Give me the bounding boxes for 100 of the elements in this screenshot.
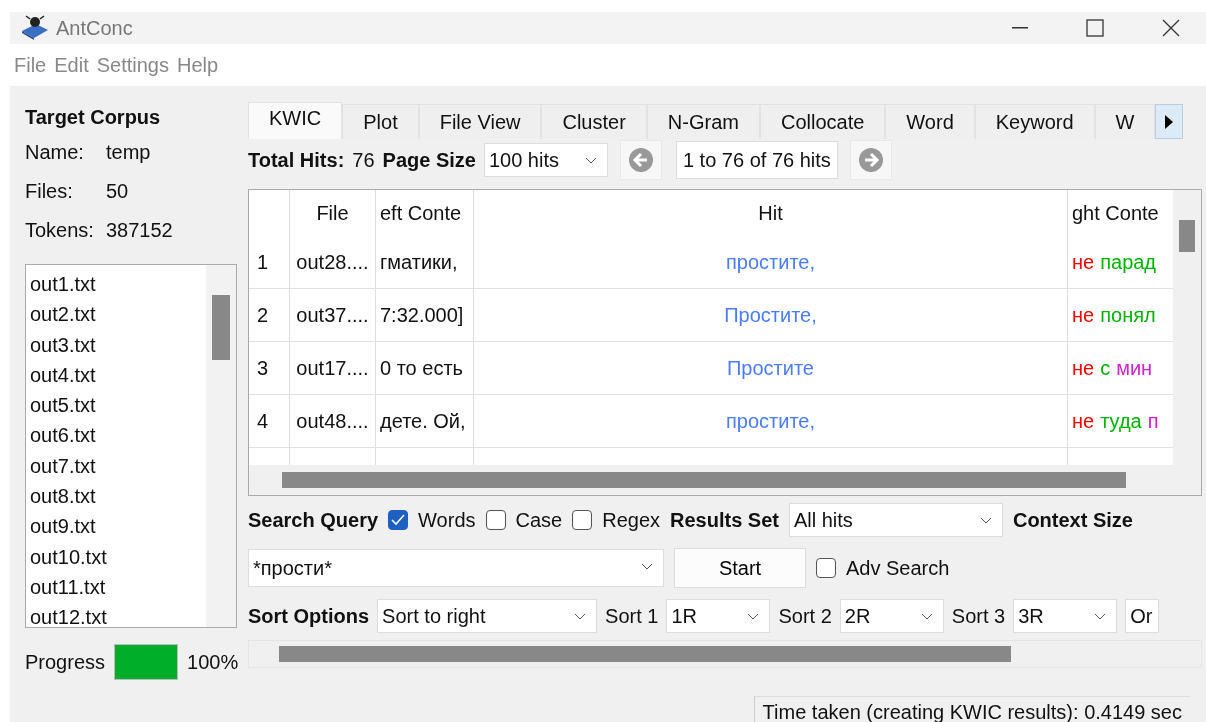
page-size-label: Page Size (382, 148, 476, 172)
context-word: парад (1100, 250, 1157, 274)
total-hits-value: 76 (352, 148, 375, 172)
page-range-field: 1 to 76 of 76 hits (675, 141, 838, 179)
table-cell: out17.... (289, 342, 375, 394)
column-header[interactable]: File (289, 190, 375, 236)
search-query-label: Search Query (248, 508, 379, 532)
sort-level-dropdown[interactable]: 1R (666, 599, 771, 633)
file-item[interactable]: out5.txt (30, 390, 206, 421)
column-header[interactable]: Hit (473, 190, 1067, 236)
field-label: Files: (25, 180, 74, 204)
chevron-down-icon (1094, 613, 1107, 621)
row-number: 1 (256, 249, 270, 275)
file-item[interactable]: out4.txt (30, 359, 206, 391)
previous-page-button[interactable] (619, 140, 662, 180)
hit-cell: Простите (473, 342, 1067, 394)
option-checkbox[interactable]: Regex (572, 508, 660, 532)
row-number: 3 (256, 355, 270, 381)
row-number: 2 (256, 302, 270, 328)
option-checkbox[interactable]: Case (485, 508, 563, 532)
file-item[interactable]: out12.txt (30, 602, 206, 627)
context-word: не (1072, 356, 1095, 380)
context-word: п (1147, 409, 1159, 433)
menu-item[interactable]: Settings (96, 53, 169, 77)
close-icon[interactable] (1162, 19, 1180, 37)
tab[interactable]: N-Gram (646, 104, 760, 139)
file-item[interactable]: out3.txt (30, 329, 206, 360)
checkbox[interactable] (572, 510, 593, 530)
minimize-icon[interactable] (1012, 27, 1028, 29)
checkbox[interactable] (388, 510, 409, 530)
hit-cell: простите, (473, 236, 1067, 288)
checkbox[interactable] (485, 510, 506, 530)
progress-label: Progress (25, 650, 106, 674)
window-title: AntConc (56, 16, 133, 40)
tab[interactable]: Plot (342, 104, 419, 139)
progress-reading: 100% (187, 650, 239, 674)
hit-cell: Простите, (473, 289, 1067, 341)
field-value: 387152 (106, 219, 173, 243)
tab[interactable]: Collocate (759, 104, 886, 139)
tab[interactable]: File View (418, 104, 542, 139)
file-item[interactable]: out11.txt (30, 571, 206, 603)
menu-item[interactable]: File (14, 53, 47, 77)
page-size-dropdown[interactable]: 100 hits (483, 143, 608, 177)
scrollbar-thumb[interactable] (279, 646, 1011, 662)
tab[interactable]: Keyword (974, 104, 1095, 139)
file-item[interactable]: out6.txt (30, 420, 206, 451)
context-word: мин (1116, 356, 1153, 380)
sort-level-label: Sort 3 (951, 604, 1006, 628)
chevron-down-icon (979, 517, 992, 525)
option-checkbox[interactable]: Words (388, 508, 476, 532)
tab[interactable]: Cluster (541, 104, 647, 139)
scrollbar-thumb[interactable] (282, 472, 1126, 488)
sort-level-dropdown[interactable]: 2R (839, 599, 944, 633)
total-hits-label: Total Hits: (248, 148, 345, 172)
next-page-button[interactable] (849, 140, 892, 180)
tab[interactable]: Word (885, 104, 975, 139)
start-button[interactable]: Start (674, 548, 806, 588)
checkbox[interactable] (816, 558, 836, 578)
sort-level-label: Sort 1 (605, 604, 659, 628)
search-query-field[interactable]: *прости* (248, 549, 664, 587)
file-item[interactable]: out9.txt (30, 511, 206, 542)
table-cell: out48.... (289, 395, 375, 447)
chevron-down-icon (584, 157, 597, 165)
field-label: Name: (25, 141, 85, 165)
context-word: с (1100, 356, 1111, 380)
scroll-tabs-button[interactable] (1155, 104, 1184, 139)
results-set-label: Results Set (670, 508, 779, 532)
book-icon (20, 15, 50, 41)
table-cell: out28.... (289, 236, 375, 288)
context-word: туда (1100, 409, 1142, 433)
row-number: 4 (256, 408, 270, 434)
column-header[interactable]: eft Conte (375, 190, 473, 236)
field-label: Tokens: (25, 219, 95, 243)
file-item[interactable]: out7.txt (30, 450, 206, 482)
sort-level-dropdown[interactable]: 3R (1013, 599, 1118, 633)
dropdown[interactable]: Or (1125, 599, 1160, 633)
table-cell: out37.... (289, 289, 375, 341)
menu-item[interactable]: Help (176, 53, 219, 77)
adv-search-checkbox[interactable]: Adv Search (816, 556, 950, 580)
results-set-dropdown[interactable]: All hits (788, 503, 1003, 537)
tab[interactable]: KWIC (248, 102, 343, 139)
file-item[interactable]: out1.txt (30, 269, 206, 300)
sort-level-label: Sort 2 (778, 604, 832, 628)
tab[interactable]: W (1094, 104, 1156, 139)
file-item[interactable]: out8.txt (30, 481, 206, 512)
maximize-icon[interactable] (1086, 19, 1104, 37)
menu-item[interactable]: Edit (54, 53, 89, 77)
context-size-label: Context Size (1012, 508, 1133, 532)
table-cell: гматики, (375, 236, 473, 288)
context-word: не (1072, 303, 1095, 327)
file-item[interactable]: out10.txt (30, 541, 206, 572)
scrollbar-thumb[interactable] (212, 295, 230, 360)
table-cell: дете. Ой, (375, 395, 473, 447)
chevron-down-icon (920, 613, 933, 621)
file-item[interactable]: out2.txt (30, 299, 206, 330)
chevron-down-icon (747, 613, 760, 621)
field-value: 50 (106, 180, 129, 204)
context-word: не (1072, 409, 1095, 433)
sort-mode-dropdown[interactable]: Sort to right (377, 599, 598, 633)
scrollbar-thumb[interactable] (1179, 220, 1195, 252)
